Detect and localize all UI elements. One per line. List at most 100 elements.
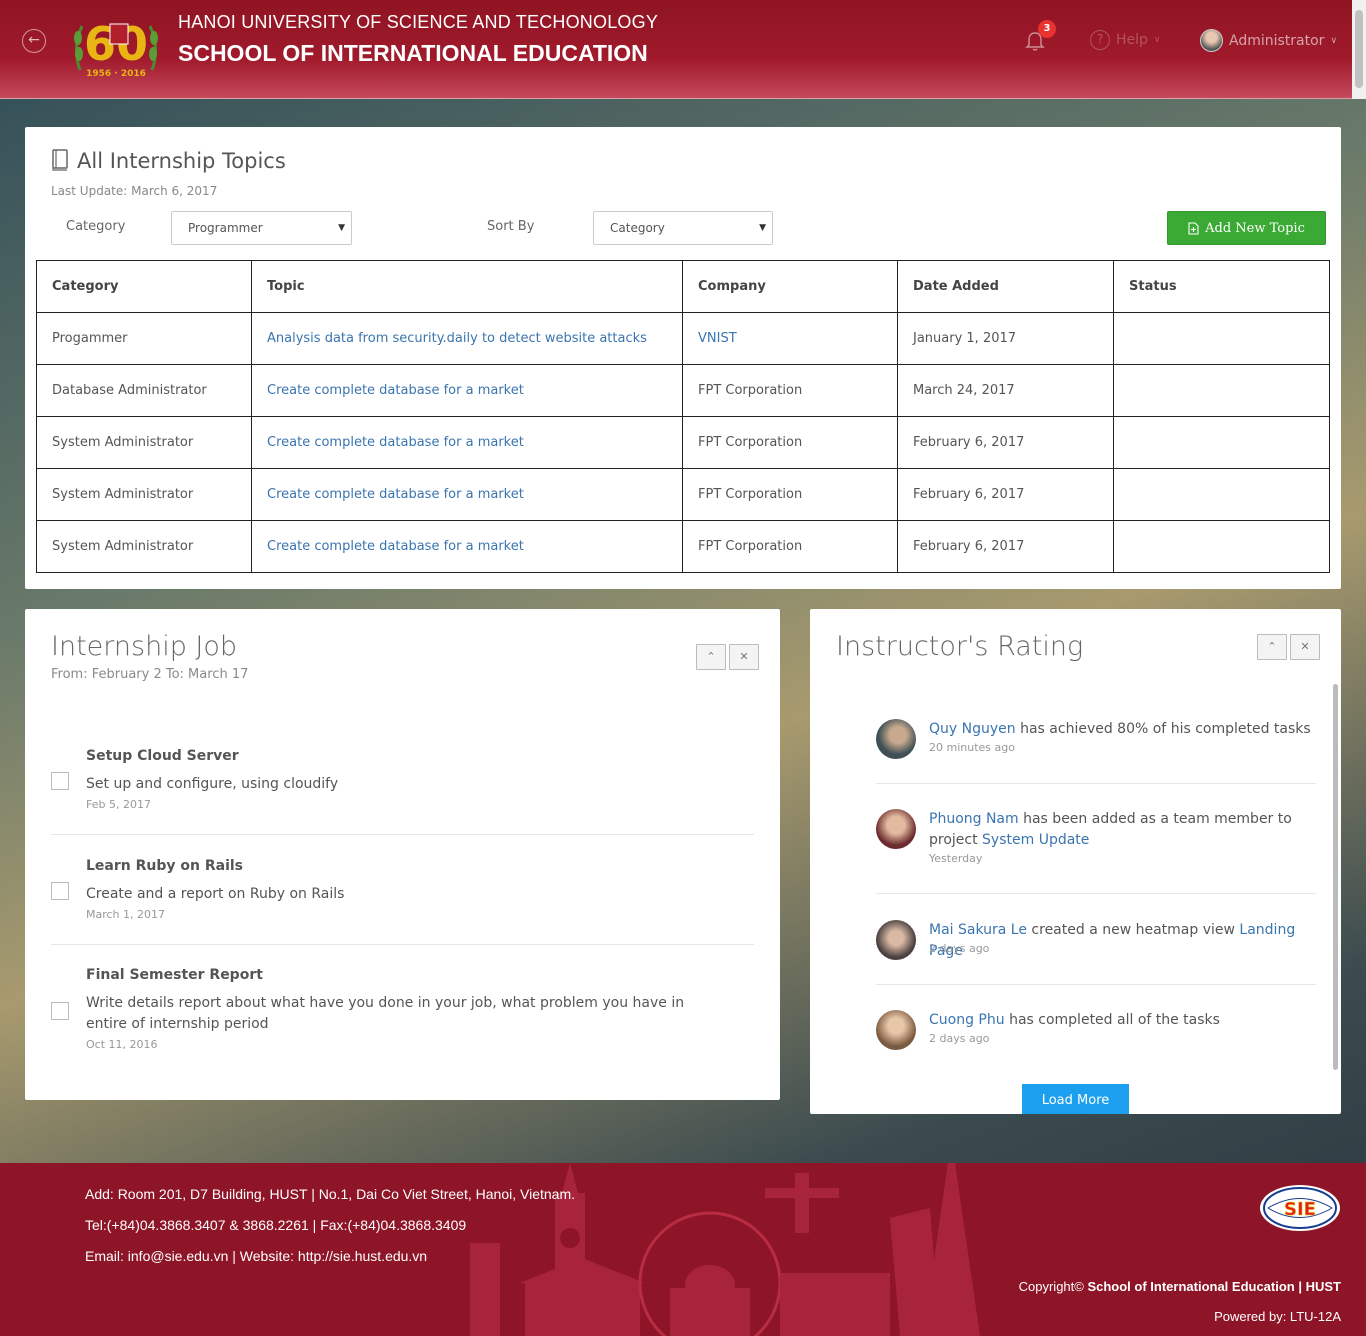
chevron-up-icon: ⌃ xyxy=(706,650,716,663)
avatar xyxy=(876,1010,916,1050)
cell-date: February 6, 2017 xyxy=(897,468,1114,521)
powered-by: Powered by: LTU-12A xyxy=(1214,1309,1341,1324)
page-title: All Internship Topics xyxy=(77,149,286,173)
category-select-value: Programmer xyxy=(188,221,263,235)
help-menu[interactable]: ? Help ∨ xyxy=(1090,30,1161,50)
cell-status xyxy=(1113,416,1330,469)
close-icon: ✕ xyxy=(739,650,749,663)
cell-status xyxy=(1113,520,1330,573)
column-header[interactable]: Topic xyxy=(251,260,683,313)
question-icon: ? xyxy=(1090,30,1110,50)
user-menu[interactable]: Administrator ∨ xyxy=(1200,29,1337,52)
user-link[interactable]: Phuong Nam xyxy=(929,811,1019,827)
project-link[interactable]: System Update xyxy=(982,832,1089,848)
feed-text: has completed all of the tasks xyxy=(1009,1012,1220,1028)
sort-label: Sort By xyxy=(487,219,535,234)
chevron-down-icon: ∨ xyxy=(1153,35,1161,45)
add-topic-label: Add New Topic xyxy=(1205,220,1305,236)
column-header[interactable]: Category xyxy=(36,260,252,313)
column-header[interactable]: Company xyxy=(682,260,898,313)
avatar xyxy=(876,809,916,849)
feed-time: 20 minutes ago xyxy=(929,741,1015,754)
book-icon xyxy=(52,149,68,171)
user-link[interactable]: Mai Sakura Le xyxy=(929,922,1027,938)
table-row: Database Administrator Create complete d… xyxy=(36,364,1330,417)
feed-text: created a new heatmap view xyxy=(1031,922,1235,938)
feed-time: 2 days ago xyxy=(929,942,990,955)
help-label: Help xyxy=(1116,32,1148,48)
avatar xyxy=(1200,29,1223,52)
cell-category: Database Administrator xyxy=(36,364,252,417)
collapse-button[interactable]: ⌃ xyxy=(1257,634,1287,660)
task-date: Feb 5, 2017 xyxy=(86,798,151,811)
feed-time: 2 days ago xyxy=(929,1032,990,1045)
divider xyxy=(51,834,754,835)
cell-date: January 1, 2017 xyxy=(897,312,1114,365)
panel-scrollbar[interactable] xyxy=(1333,684,1338,1070)
topic-link[interactable]: Analysis data from security.daily to det… xyxy=(267,331,647,346)
avatar xyxy=(876,920,916,960)
internship-job-panel: Internship Job From: February 2 To: Marc… xyxy=(25,609,780,1100)
table-row: Progammer Analysis data from security.da… xyxy=(36,312,1330,365)
close-button[interactable]: ✕ xyxy=(1290,634,1320,660)
close-icon: ✕ xyxy=(1300,640,1310,653)
footer-address: Add: Room 201, D7 Building, HUST | No.1,… xyxy=(85,1186,575,1202)
task-date: March 1, 2017 xyxy=(86,908,166,921)
last-update: Last Update: March 6, 2017 xyxy=(51,184,218,198)
cell-date: March 24, 2017 xyxy=(897,364,1114,417)
cell-category: System Administrator xyxy=(36,416,252,469)
sort-select[interactable]: Category ▼ xyxy=(593,211,773,245)
cell-company: FPT Corporation xyxy=(682,520,898,573)
task-checkbox[interactable] xyxy=(51,772,69,790)
divider xyxy=(876,783,1316,784)
close-button[interactable]: ✕ xyxy=(729,644,759,670)
topic-link[interactable]: Create complete database for a market xyxy=(267,435,524,450)
cell-status xyxy=(1113,468,1330,521)
task-checkbox[interactable] xyxy=(51,1002,69,1020)
cell-date: February 6, 2017 xyxy=(897,416,1114,469)
user-link[interactable]: Cuong Phu xyxy=(929,1012,1005,1028)
category-select[interactable]: Programmer ▼ xyxy=(171,211,352,245)
cell-category: System Administrator xyxy=(36,468,252,521)
task-description: Create and a report on Ruby on Rails xyxy=(86,886,345,902)
table-header-row: Category Topic Company Date Added Status xyxy=(36,260,1330,313)
copyright: Copyright© School of International Educa… xyxy=(1019,1279,1341,1294)
table-row: System Administrator Create complete dat… xyxy=(36,416,1330,469)
feed-time: Yesterday xyxy=(929,852,983,865)
task-name: Final Semester Report xyxy=(86,967,263,983)
back-arrow-icon[interactable]: ← xyxy=(22,29,46,53)
task-description: Write details report about what have you… xyxy=(86,995,685,1032)
university-name: HANOI UNIVERSITY OF SCIENCE AND TECHONOL… xyxy=(178,12,659,32)
load-more-button[interactable]: Load More xyxy=(1022,1084,1129,1114)
job-title: Internship Job xyxy=(51,631,238,662)
cell-company: FPT Corporation xyxy=(682,416,898,469)
page-scrollbar[interactable] xyxy=(1352,0,1366,99)
feed-text: has achieved 80% of his completed tasks xyxy=(1020,721,1311,737)
table-row: System Administrator Create complete dat… xyxy=(36,468,1330,521)
footer-phone: Tel:(+84)04.3868.3407 & 3868.2261 | Fax:… xyxy=(85,1217,467,1233)
topic-link[interactable]: Create complete database for a market xyxy=(267,487,524,502)
divider xyxy=(876,984,1316,985)
svg-text:SIE: SIE xyxy=(1284,1199,1316,1220)
user-link[interactable]: Quy Nguyen xyxy=(929,721,1016,737)
topic-link[interactable]: Create complete database for a market xyxy=(267,383,524,398)
company-link[interactable]: VNIST xyxy=(698,331,737,346)
collapse-button[interactable]: ⌃ xyxy=(696,644,726,670)
file-plus-icon xyxy=(1188,221,1199,235)
topic-link[interactable]: Create complete database for a market xyxy=(267,539,524,554)
add-topic-button[interactable]: Add New Topic xyxy=(1167,211,1326,245)
footer: Add: Room 201, D7 Building, HUST | No.1,… xyxy=(0,1163,1366,1336)
school-name: SCHOOL OF INTERNATIONAL EDUCATION xyxy=(178,40,648,66)
column-header[interactable]: Status xyxy=(1113,260,1330,313)
chevron-down-icon: ∨ xyxy=(1330,35,1338,46)
sie-logo: SIE xyxy=(1260,1185,1340,1231)
column-header[interactable]: Date Added xyxy=(897,260,1114,313)
cell-date: February 6, 2017 xyxy=(897,520,1114,573)
notification-badge: 3 xyxy=(1038,20,1056,38)
caret-down-icon: ▼ xyxy=(338,223,345,233)
instructor-rating-panel: Instructor's Rating ⌃ ✕ Quy Nguyen has a… xyxy=(810,609,1341,1114)
task-checkbox[interactable] xyxy=(51,882,69,900)
topics-panel: All Internship Topics Last Update: March… xyxy=(25,127,1341,589)
footer-email: Email: info@sie.edu.vn | Website: http:/… xyxy=(85,1248,428,1264)
divider xyxy=(51,944,754,945)
